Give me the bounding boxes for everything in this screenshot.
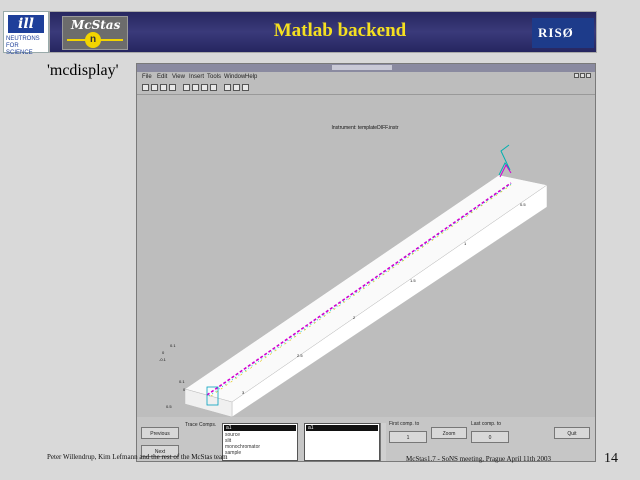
window-controls[interactable]	[573, 65, 593, 78]
zoom-in-icon[interactable]	[224, 84, 231, 91]
tick-label: 1.5	[410, 278, 416, 283]
window-titlebar[interactable]	[137, 64, 595, 78]
text-tool-icon[interactable]	[192, 84, 199, 91]
tick-label: 0.5	[520, 202, 526, 207]
sample-end-trace	[498, 144, 511, 176]
riso-logo: RISØ	[532, 18, 594, 48]
instrument-box-front	[231, 184, 548, 418]
menu-view[interactable]: View	[172, 74, 185, 80]
menu-edit[interactable]: Edit	[157, 74, 167, 80]
tick-label: 0	[162, 350, 165, 355]
first-comp-label: First comp. to	[389, 421, 420, 427]
line-tool-icon[interactable]	[210, 84, 217, 91]
slide-header: ill NEUTRONS FOR SCIENCE McStas n Matlab…	[3, 11, 597, 56]
tick-label: -0.1	[159, 357, 167, 362]
footer-meeting: McStas1.7 - SoNS meeting, Prague April 1…	[406, 455, 551, 463]
mcstas-logo: McStas n	[62, 16, 128, 50]
first-value-field[interactable]: 1	[389, 431, 427, 443]
ill-logo-text: NEUTRONS FOR SCIENCE	[6, 36, 40, 56]
menu-tools[interactable]: Tools	[207, 74, 221, 80]
instrument-3d-plot[interactable]: Instrument: templateDIFF.instr 0.5 1 1.5…	[137, 95, 595, 455]
ill-logo: ill NEUTRONS FOR SCIENCE	[3, 11, 49, 56]
mcdisplay-label: 'mcdisplay'	[47, 62, 119, 79]
slide-title: Matlab backend	[273, 20, 407, 41]
tick-label: 2.5	[297, 353, 303, 358]
open-icon[interactable]	[151, 84, 158, 91]
menu-file[interactable]: File	[142, 74, 152, 80]
scrollbar[interactable]	[380, 423, 386, 461]
sample-end-trace-2	[499, 163, 512, 178]
print-icon[interactable]	[169, 84, 176, 91]
zoom-out-icon[interactable]	[233, 84, 240, 91]
page-number: 14	[604, 451, 618, 466]
arrow-tool-icon[interactable]	[201, 84, 208, 91]
target-listbox[interactable]: a1	[304, 423, 380, 461]
tick-label: 0.1	[170, 343, 176, 348]
previous-button[interactable]: Previous	[141, 427, 179, 439]
mcstas-logo-text: McStas	[71, 18, 121, 32]
window-title	[332, 65, 392, 70]
select-arrow-icon[interactable]	[183, 84, 190, 91]
list-item-selected[interactable]: a1	[306, 425, 378, 431]
neutron-icon: n	[85, 32, 101, 48]
menu-insert[interactable]: Insert	[189, 74, 204, 80]
ill-logo-mark: ill	[8, 15, 44, 33]
riso-logo-text: RISØ	[538, 25, 574, 40]
neutron-ray-trace	[206, 182, 512, 396]
last-value-field[interactable]: 0	[471, 431, 509, 443]
menu-bar: File Edit View Insert Tools Window Help	[137, 72, 595, 82]
footer-authors: Peter Willendrup, Kim Lefmann and the re…	[47, 453, 228, 461]
figure-window[interactable]: File Edit View Insert Tools Window Help …	[136, 63, 596, 462]
new-figure-icon[interactable]	[142, 84, 149, 91]
menu-window[interactable]: Window	[224, 74, 245, 80]
title-banner: McStas n Matlab backend RISØ	[49, 11, 597, 53]
menu-help[interactable]: Help	[245, 74, 257, 80]
tick-label: 0.1	[179, 379, 185, 384]
instrument-box-top	[184, 174, 548, 403]
plot-title: Instrument: templateDIFF.instr	[332, 125, 399, 131]
tick-label: 0.5	[166, 404, 172, 409]
list-item-selected[interactable]: a1	[224, 425, 296, 431]
component-listbox[interactable]: a1 source slit monochromator sample	[222, 423, 298, 461]
rotate-3d-icon[interactable]	[242, 84, 249, 91]
figure-toolbar	[137, 82, 595, 95]
zoom-button[interactable]: Zoom	[431, 427, 467, 439]
save-icon[interactable]	[160, 84, 167, 91]
quit-button[interactable]: Quit	[554, 427, 590, 439]
last-comp-label: Last comp. to	[471, 421, 502, 427]
trace-comps-label: Trace Comps.	[185, 422, 217, 428]
